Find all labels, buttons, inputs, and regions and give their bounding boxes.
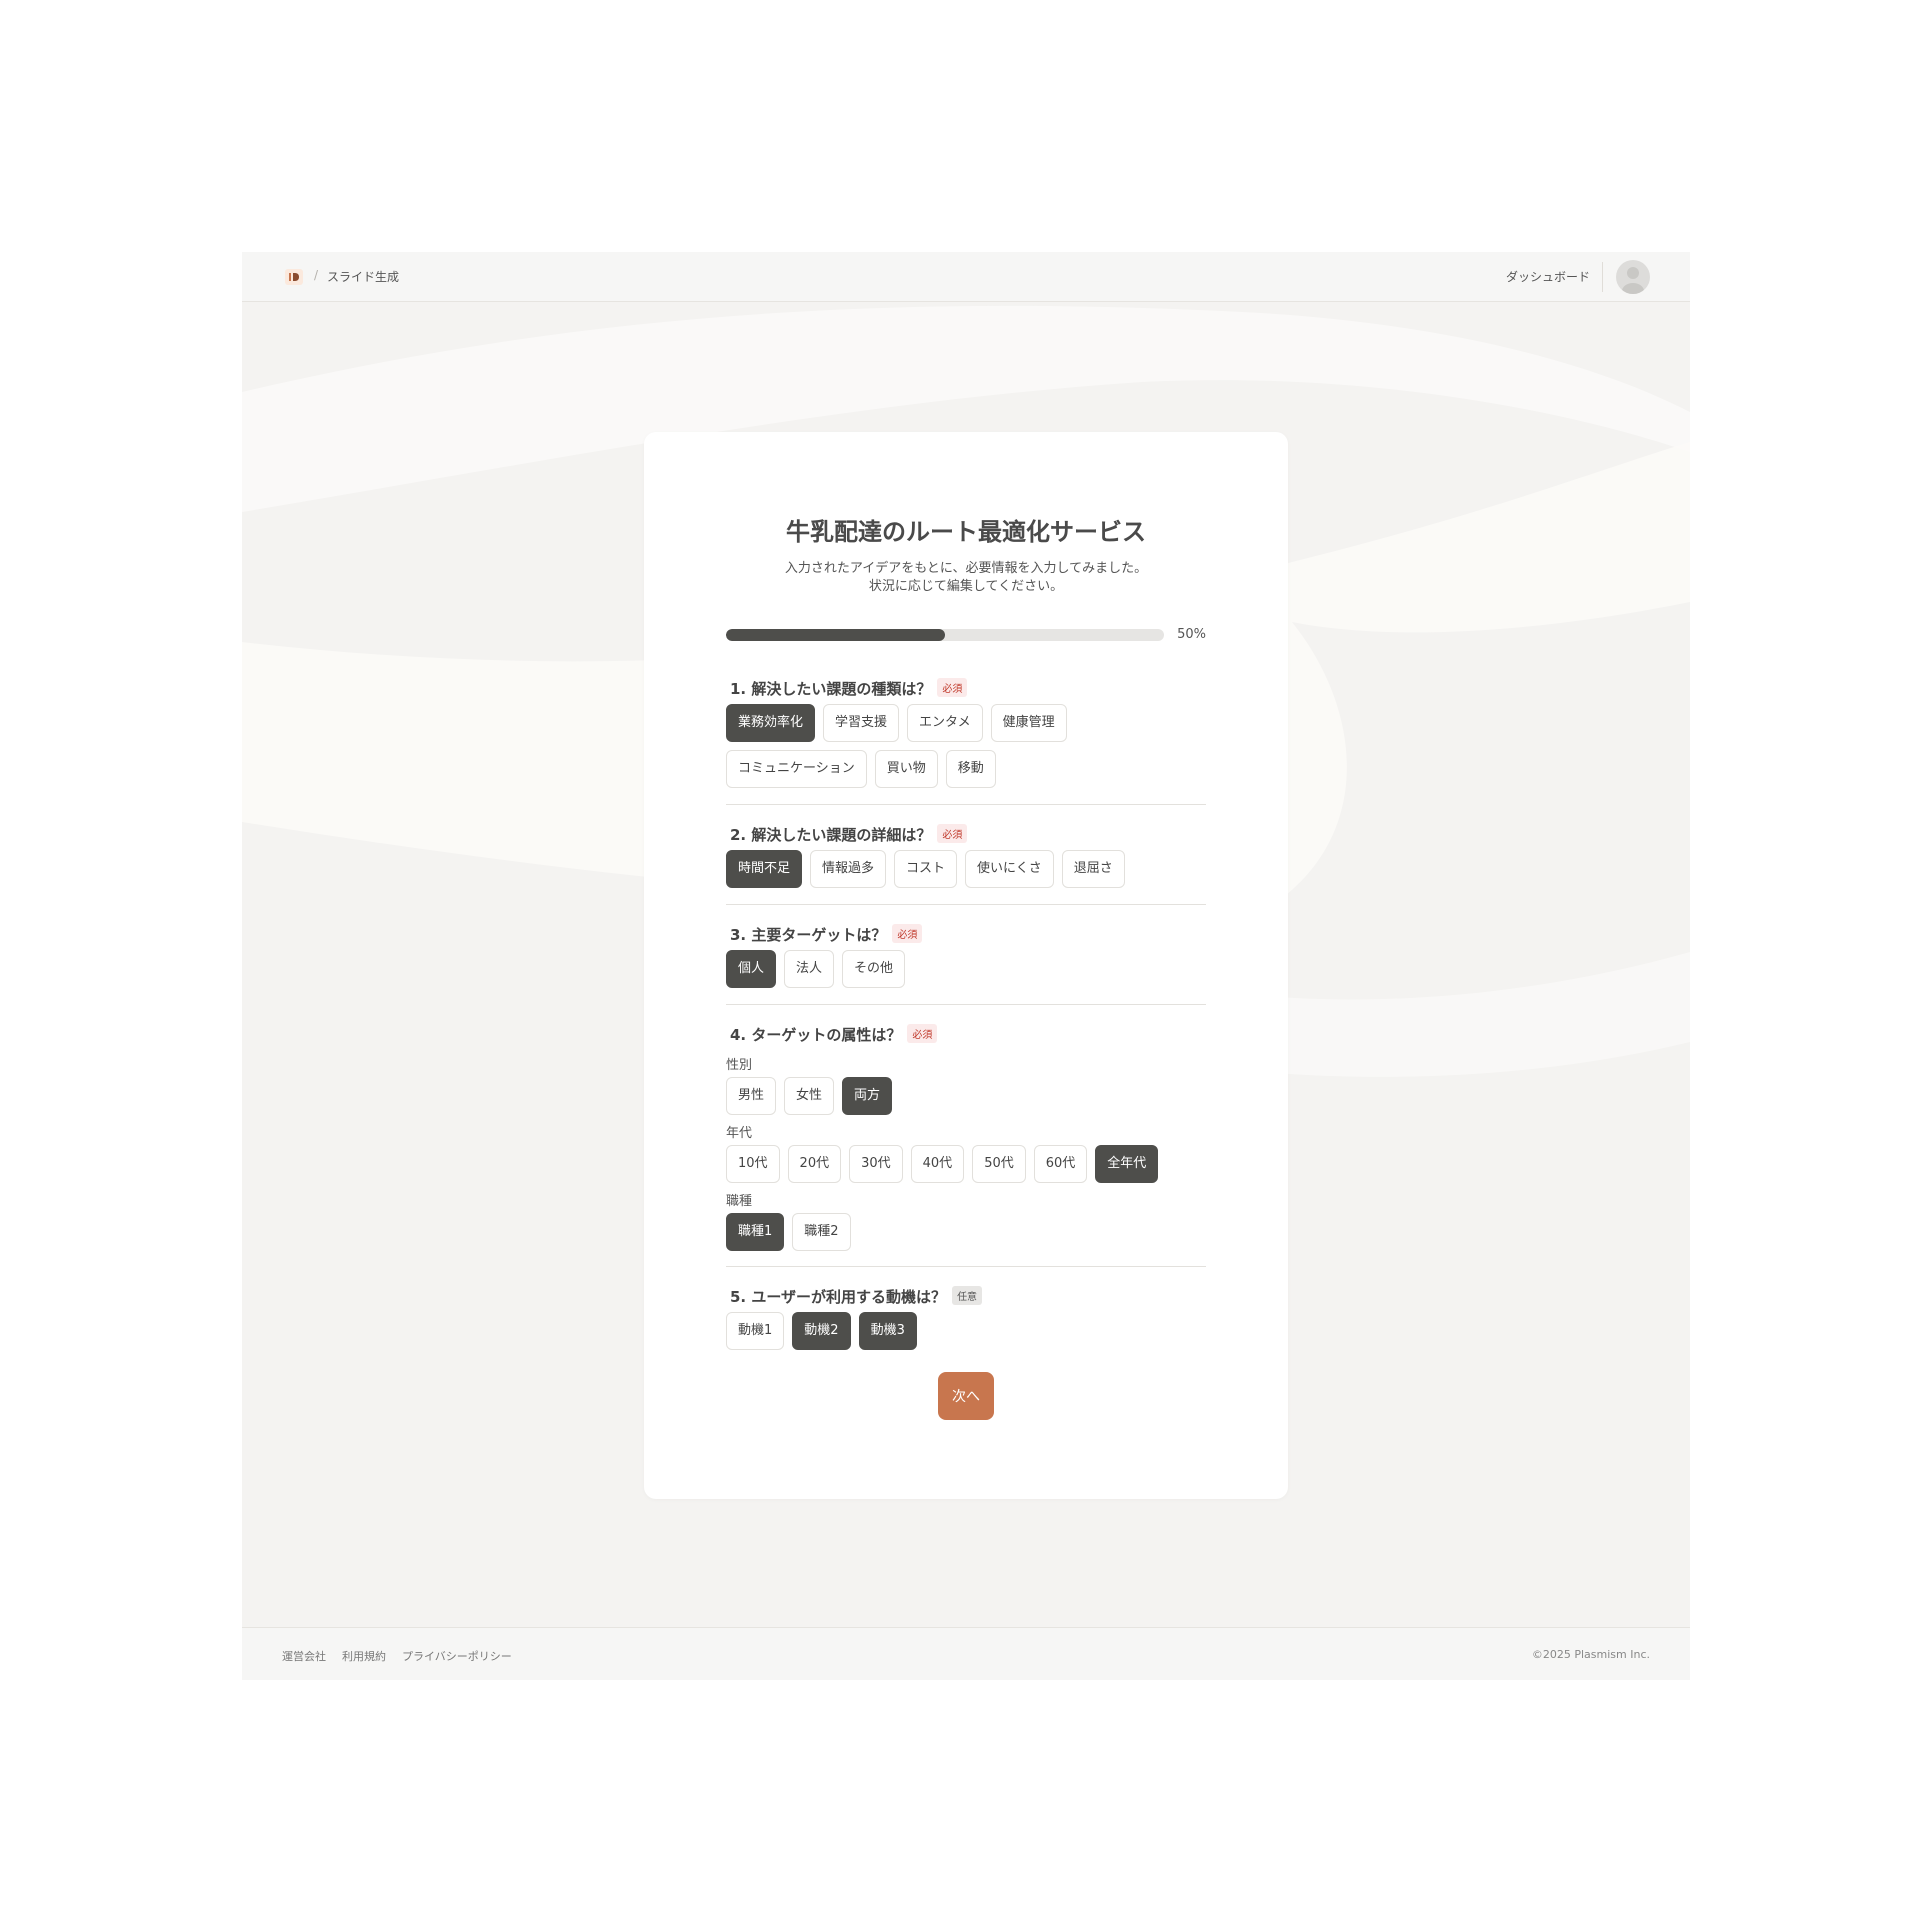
next-button[interactable]: 次へ [938, 1372, 994, 1420]
option-chip[interactable]: 両方 [842, 1077, 893, 1115]
question-3-options: 個人 法人 その他 [726, 950, 906, 988]
footer-links: 運営会社 利用規約 プライバシーポリシー [282, 1648, 512, 1664]
section-divider [726, 904, 1206, 905]
required-badge: 必須 [937, 824, 968, 843]
progress-label: 50% [1177, 627, 1206, 642]
header-divider [1602, 262, 1603, 292]
option-chip[interactable]: エンタメ [907, 704, 983, 742]
section-divider [726, 1004, 1206, 1005]
copyright: ©2025 Plasmism Inc. [1531, 1648, 1650, 1661]
option-chip[interactable]: 職種2 [792, 1213, 851, 1251]
option-chip[interactable]: 30代 [849, 1145, 903, 1183]
occupation-label: 職種 [726, 1194, 753, 1209]
option-chip[interactable]: 学習支援 [823, 704, 900, 742]
survey-card: 牛乳配達のルート最適化サービス 入力されたアイデアをもとに、必要情報を入力してみ… [644, 432, 1288, 1499]
option-chip[interactable]: 10代 [726, 1145, 780, 1183]
option-chip[interactable]: 買い物 [874, 750, 938, 788]
option-chip[interactable]: 動機2 [792, 1312, 851, 1350]
occupation-options: 職種1 職種2 [726, 1213, 851, 1251]
question-2-title: 2. 解決したい課題の詳細は？ 必須 [730, 824, 968, 845]
option-chip[interactable]: 情報過多 [810, 850, 887, 888]
gender-options: 男性 女性 両方 [726, 1077, 893, 1115]
option-chip[interactable]: 退屈さ [1061, 850, 1125, 888]
user-icon [1622, 267, 1644, 294]
option-chip[interactable]: 動機1 [726, 1312, 785, 1350]
option-chip[interactable]: コスト [894, 850, 958, 888]
gender-label: 性別 [726, 1058, 753, 1073]
app-window: / スライド生成 ダッシュボード 牛乳配達のルート最適化サービス 入力されたアイ… [242, 252, 1690, 1680]
required-badge: 必須 [892, 924, 923, 943]
progress-fill [726, 629, 945, 641]
option-chip[interactable]: コミュニケーション [726, 750, 867, 788]
question-5-options: 動機1 動機2 動機3 [726, 1312, 917, 1350]
option-chip[interactable]: 50代 [972, 1145, 1026, 1183]
question-1-options-row-1: 業務効率化 学習支援 エンタメ 健康管理 [726, 704, 1067, 742]
question-5-title: 5. ユーザーが利用する動機は？ 任意 [730, 1286, 983, 1307]
footer-link-privacy[interactable]: プライバシーポリシー [402, 1648, 512, 1664]
page-subtitle: 入力されたアイデアをもとに、必要情報を入力してみました。 状況に応じて編集してく… [784, 561, 1148, 594]
logo-icon[interactable] [284, 268, 304, 286]
question-1-title: 1. 解決したい課題の種類は？ 必須 [730, 678, 968, 699]
option-chip[interactable]: 使いにくさ [965, 850, 1054, 888]
avatar[interactable] [1616, 260, 1650, 294]
top-nav: / スライド生成 ダッシュボード [242, 252, 1690, 302]
footer: 運営会社 利用規約 プライバシーポリシー ©2025 Plasmism Inc. [242, 1627, 1690, 1680]
option-chip[interactable]: 時間不足 [726, 850, 803, 888]
footer-link-terms[interactable]: 利用規約 [342, 1648, 386, 1664]
option-chip[interactable]: 業務効率化 [726, 704, 816, 742]
option-chip[interactable]: 法人 [784, 950, 835, 988]
breadcrumb-separator: / [314, 268, 319, 282]
option-chip[interactable]: 20代 [787, 1145, 842, 1183]
section-divider [726, 804, 1206, 805]
age-label: 年代 [726, 1126, 753, 1141]
question-1-options-row-2: コミュニケーション 買い物 移動 [726, 750, 996, 788]
footer-link-company[interactable]: 運営会社 [282, 1648, 326, 1664]
option-chip[interactable]: 個人 [726, 950, 777, 988]
progress-bar [726, 629, 1164, 641]
optional-badge: 任意 [952, 1286, 983, 1305]
option-chip[interactable]: 60代 [1033, 1145, 1088, 1183]
option-chip[interactable]: 40代 [910, 1145, 965, 1183]
question-2-options: 時間不足 情報過多 コスト 使いにくさ 退屈さ [726, 850, 1125, 888]
option-chip[interactable]: 動機3 [858, 1312, 917, 1350]
option-chip[interactable]: 移動 [945, 750, 996, 788]
option-chip[interactable]: 女性 [784, 1077, 835, 1115]
option-chip[interactable]: その他 [842, 950, 906, 988]
section-divider [726, 1266, 1206, 1267]
option-chip[interactable]: 男性 [726, 1077, 777, 1115]
page-title: 牛乳配達のルート最適化サービス [786, 518, 1146, 546]
question-3-title: 3. 主要ターゲットは？ 必須 [730, 924, 923, 945]
required-badge: 必須 [937, 678, 968, 697]
required-badge: 必須 [907, 1024, 938, 1043]
option-chip[interactable]: 全年代 [1095, 1145, 1159, 1183]
breadcrumb-current: スライド生成 [327, 270, 400, 284]
age-options: 10代 20代 30代 40代 50代 60代 全年代 [726, 1145, 1159, 1183]
question-4-title: 4. ターゲットの属性は？ 必須 [730, 1024, 938, 1045]
dashboard-link[interactable]: ダッシュボード [1506, 268, 1590, 285]
option-chip[interactable]: 職種1 [726, 1213, 785, 1251]
option-chip[interactable]: 健康管理 [990, 704, 1067, 742]
